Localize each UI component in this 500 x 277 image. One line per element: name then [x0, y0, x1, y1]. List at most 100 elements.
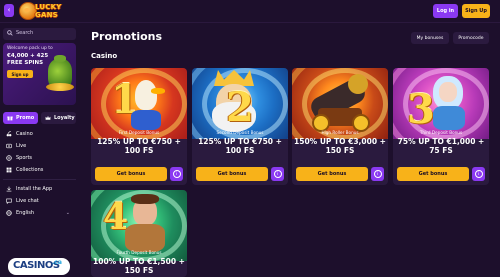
cherry-icon	[6, 131, 12, 137]
card-artwork	[292, 68, 388, 139]
info-icon: i	[373, 170, 382, 178]
duck-beak-graphic	[151, 88, 165, 94]
search-input[interactable]: Search	[3, 28, 76, 40]
sidebar-nav: Casino Live Sports Collections Install t…	[3, 128, 76, 219]
search-placeholder: Search	[16, 30, 34, 36]
card-info: Fourth Deposit Bonus 100% UP TO €1,500 +…	[91, 250, 187, 275]
promo-signup-button[interactable]: Sign up	[7, 70, 33, 78]
get-bonus-button[interactable]: Get bonus	[296, 167, 368, 181]
sidebar-item-label: Collections	[16, 167, 44, 173]
live-icon	[6, 143, 12, 149]
promo-line-2: €4,000 + 425	[7, 53, 49, 59]
get-bonus-button[interactable]: Get bonus	[95, 167, 167, 181]
sidebar-item-sports[interactable]: Sports	[3, 152, 76, 164]
card-subtitle: Third Deposit Bonus	[419, 130, 463, 135]
info-button[interactable]: i	[472, 167, 485, 181]
chat-icon	[6, 198, 12, 204]
card-artwork: 2	[192, 68, 288, 139]
duck-character-graphic	[135, 80, 157, 110]
get-bonus-button[interactable]: Get bonus	[397, 167, 469, 181]
ice-queen-face-graphic	[439, 82, 457, 102]
card-artwork: 1	[91, 68, 187, 139]
tab-loyalty-label: Loyalty	[54, 115, 75, 121]
sidebar-item-live[interactable]: Live	[3, 140, 76, 152]
card-info: Third Deposit Bonus 75% UP TO €1,000 + 7…	[393, 130, 489, 155]
watermark-suffix: .ca	[52, 259, 62, 266]
collapse-sidebar-button[interactable]: ‹	[4, 4, 14, 17]
promocode-button[interactable]: Promocode	[453, 32, 489, 44]
info-button[interactable]: i	[170, 167, 183, 181]
sidebar-item-label: Casino	[16, 131, 33, 137]
promo-card-high-roller[interactable]: High Roller Bonus 150% UP TO €3,000 + 15…	[292, 68, 388, 185]
tab-promo-label: Promo	[16, 115, 35, 121]
logo-word-top: LUCKY	[35, 3, 62, 11]
info-button[interactable]: i	[371, 167, 384, 181]
sidebar-item-live-chat[interactable]: Live chat	[3, 195, 76, 207]
promo-card-second-deposit[interactable]: 2 Second Deposit Bonus 125% UP TO €750 +…	[192, 68, 288, 185]
sidebar-item-label: Live chat	[16, 198, 39, 204]
sidebar-item-collections[interactable]: Collections	[3, 164, 76, 176]
card-subtitle: First Deposit Bonus	[118, 130, 160, 135]
site-logo[interactable]: LUCKY GANS	[19, 2, 71, 21]
info-icon: i	[172, 170, 181, 178]
promo-line-3: FREE SPINS	[7, 60, 44, 66]
top-bar: ‹ LUCKY GANS Log in Sign Up	[0, 0, 500, 23]
ball-icon	[6, 155, 12, 161]
card-offer: 125% UP TO €750 + 100 FS	[97, 137, 181, 155]
divider	[3, 179, 76, 180]
card-info: Second Deposit Bonus 125% UP TO €750 + 1…	[192, 130, 288, 155]
promo-card-first-deposit[interactable]: 1 First Deposit Bonus 125% UP TO €750 + …	[91, 68, 187, 185]
welcome-promo-banner[interactable]: Welcome pack up to €4,000 + 425 FREE SPI…	[3, 43, 76, 105]
card-offer: 100% UP TO €1,500 + 150 FS	[93, 257, 185, 275]
promo-card-third-deposit[interactable]: 3 Third Deposit Bonus 75% UP TO €1,000 +…	[393, 68, 489, 185]
download-icon	[6, 186, 12, 192]
info-icon: i	[474, 170, 483, 178]
promo-line-1: Welcome pack up to	[7, 46, 53, 51]
search-icon	[7, 30, 13, 36]
card-actions: Get bonus i	[196, 167, 284, 181]
casinos-watermark-logo: CASINOS .ca	[8, 258, 70, 275]
sidebar-item-label: Live	[16, 143, 27, 149]
gift-icon	[7, 116, 13, 121]
ice-queen-dress-graphic	[433, 106, 465, 130]
card-info: First Deposit Bonus 125% UP TO €750 + 10…	[91, 130, 187, 155]
language-selector[interactable]: English ⌄	[3, 207, 76, 219]
numeral-3-graphic: 3	[407, 86, 435, 133]
explorer-hair-graphic	[131, 194, 159, 204]
promo-card-fourth-deposit[interactable]: 4 Fourth Deposit Bonus 100% UP TO €1,500…	[91, 190, 187, 277]
globe-icon	[6, 210, 12, 216]
numeral-2-graphic: 2	[226, 84, 254, 131]
sidebar-item-label: Install the App	[16, 186, 53, 192]
crown-icon	[45, 115, 51, 120]
card-artwork: 3	[393, 68, 489, 139]
section-title-casino: Casino	[91, 52, 118, 60]
card-offer: 150% UP TO €3,000 + 150 FS	[294, 137, 386, 155]
explorer-body-graphic	[125, 224, 165, 252]
tab-loyalty[interactable]: Loyalty	[41, 112, 76, 124]
card-offer: 75% UP TO €1,000 + 75 FS	[397, 137, 485, 155]
duck-body-graphic	[131, 110, 161, 130]
chevron-down-icon: ⌄	[65, 210, 70, 216]
login-button[interactable]: Log in	[433, 4, 458, 18]
cannon-muzzle-graphic	[348, 74, 368, 94]
signup-button[interactable]: Sign Up	[462, 4, 490, 18]
sidebar-item-label: Sports	[16, 155, 33, 161]
language-label: English	[16, 210, 35, 216]
sidebar-item-casino[interactable]: Casino	[3, 128, 76, 140]
get-bonus-button[interactable]: Get bonus	[196, 167, 268, 181]
sidebar-item-install-app[interactable]: Install the App	[3, 183, 76, 195]
card-actions: Get bonus i	[95, 167, 183, 181]
my-bonuses-button[interactable]: My bonuses	[411, 32, 449, 44]
card-subtitle: Second Deposit Bonus	[216, 130, 264, 135]
tab-promo[interactable]: Promo	[3, 112, 38, 124]
sidebar: Search Welcome pack up to €4,000 + 425 F…	[0, 23, 79, 277]
page-title: Promotions	[91, 30, 163, 43]
carousel-dots[interactable]	[33, 98, 49, 101]
chevron-left-icon: ‹	[7, 6, 11, 14]
card-subtitle: High Roller Bonus	[321, 130, 359, 135]
info-button[interactable]: i	[271, 167, 284, 181]
card-actions: Get bonus i	[296, 167, 384, 181]
info-icon: i	[273, 170, 282, 178]
card-actions: Get bonus i	[397, 167, 485, 181]
card-subtitle: Fourth Deposit Bonus	[116, 250, 162, 255]
